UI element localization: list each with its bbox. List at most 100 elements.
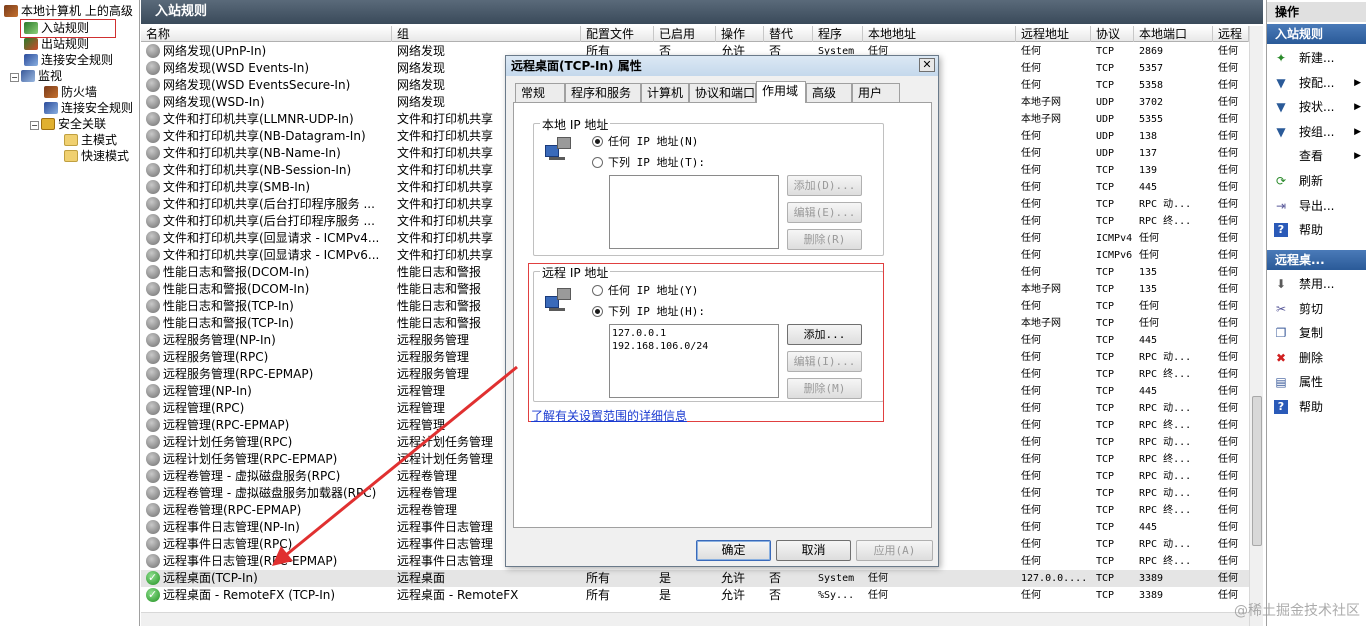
table-row[interactable]: 远程桌面(TCP-In) 远程桌面 所有 是 允许 否 System 任何 127.0.0...… [141,569,1249,587]
action-item[interactable]: ❐ 复制 [1267,321,1366,345]
action-item[interactable]: ⬇ 禁用... [1267,272,1366,296]
table-cell-name: 网络发现(WSD EventsSecure-In) [163,78,351,92]
table-cell-rport: 任何 [1218,148,1238,159]
column-header-cell[interactable]: 本地端口 [1134,26,1213,42]
tab-5[interactable]: 高级 [806,83,852,102]
table-cell-remote: 任何 [1021,335,1041,346]
vertical-scrollbar[interactable] [1249,26,1263,626]
table-cell-name: 远程事件日志管理(NP-In) [163,520,300,534]
action-item[interactable]: ✖ 删除 [1267,346,1366,370]
help-icon: ? [1274,400,1288,414]
action-item[interactable]: ✦ 新建... [1267,46,1366,70]
local-add-button[interactable]: 添加(D)... [787,175,862,196]
table-cell-lport: 3389 [1139,590,1164,601]
column-header-cell[interactable]: 替代 [764,26,813,42]
table-cell-proto: TCP [1096,488,1115,499]
tab-6[interactable]: 用户 [852,83,900,102]
table-cell-name: 远程服务管理(RPC) [163,350,269,364]
table-cell-rport: 任何 [1218,556,1238,567]
local-edit-button[interactable]: 编辑(E)... [787,202,862,223]
action-item[interactable]: ▼ 按配... ▶ [1267,71,1366,95]
table-cell-action: 允许 [721,588,746,602]
column-header: 名称组配置文件 已启用 操作 替代 程序 本地地址 远程地址 协议 本地端口 远程 [141,26,1249,42]
column-header-cell[interactable]: 远程地址 [1016,26,1091,42]
table-cell-lport: 138 [1139,131,1158,142]
table-cell-name: 文件和打印机共享(后台打印程序服务 ... [163,197,375,211]
tree-item-connection-security-monitor[interactable]: 连接安全规则 [44,100,133,116]
table-cell-proto: TCP [1096,556,1115,567]
table-cell-proto: TCP [1096,522,1115,533]
column-header-cell[interactable]: 本地地址 [863,26,1016,42]
action-item[interactable]: ▼ 按组... ▶ [1267,120,1366,144]
rule-disabled-icon [146,452,160,466]
action-item[interactable]: ▼ 按状... ▶ [1267,95,1366,119]
table-cell-lport: 任何 [1139,318,1159,329]
new-rule-icon: ✦ [1275,51,1287,65]
tab-4[interactable]: 作用域 [756,81,806,103]
action-item[interactable]: ▤ 属性 [1267,370,1366,394]
table-cell-lport: 445 [1139,386,1158,397]
filter-icon: ▼ [1276,124,1286,139]
table-cell-local: 任何 [868,573,888,584]
horizontal-scrollbar[interactable] [141,612,1249,626]
action-item[interactable]: ? 帮助 [1267,218,1366,242]
tree-item-connection-security[interactable]: 连接安全规则 [24,52,113,68]
collapse-icon[interactable]: − [30,121,39,130]
apply-button[interactable]: 应用(A) [856,540,933,561]
table-cell-lport: RPC 终... [1139,369,1192,380]
actions-section-rule[interactable]: 远程桌... [1267,250,1366,270]
column-header-cell[interactable]: 操作 [716,26,764,42]
close-icon[interactable]: ✕ [919,58,935,72]
ok-button[interactable]: 确定 [696,540,771,561]
table-cell-profile: 所有 [586,571,611,585]
table-cell-rport: 任何 [1218,522,1238,533]
tree-root[interactable]: 本地计算机 上的高级 [4,3,133,19]
cancel-button[interactable]: 取消 [776,540,851,561]
firewall-icon [44,86,58,98]
actions-section-inbound[interactable]: 入站规则 [1267,24,1366,44]
tree-item-security-associations[interactable]: − 安全关联 [30,116,106,132]
scope-help-link[interactable]: 了解有关设置范围的详细信息 [531,407,687,424]
table-cell-name: 文件和打印机共享(回显请求 - ICMPv4... [163,231,380,245]
local-ip-list[interactable] [609,175,779,249]
table-cell-name: 文件和打印机共享(NB-Name-In) [163,146,341,160]
action-item[interactable]: ✂ 剪切 [1267,297,1366,321]
table-row[interactable]: 远程桌面 - RemoteFX (TCP-In) 远程桌面 - RemoteFX 所… [141,586,1249,604]
tree-item-firewall[interactable]: 防火墙 [44,84,97,100]
action-item[interactable]: ⇥ 导出... [1267,194,1366,218]
rule-disabled-icon [146,44,160,58]
local-any-ip-radio[interactable]: 任何 IP 地址(N) [592,135,698,149]
column-header-cell[interactable]: 程序 [813,26,863,42]
action-label: 禁用... [1299,277,1335,291]
action-item[interactable]: ⟳ 刷新 [1267,169,1366,193]
tab-0[interactable]: 常规 [515,83,565,102]
table-cell-remote: 任何 [1021,471,1041,482]
table-cell-rport: 任何 [1218,369,1238,380]
network-icon [545,137,573,161]
local-delete-button[interactable]: 删除(R) [787,229,862,250]
rule-enabled-icon [146,569,160,586]
column-header-cell[interactable]: 名称 [141,26,392,42]
column-header-cell[interactable]: 协议 [1091,26,1134,42]
action-item[interactable]: 查看 ▶ [1267,144,1366,168]
table-cell-proto: TCP [1096,369,1115,380]
local-list-ip-radio[interactable]: 下列 IP 地址(T): [592,156,705,170]
tree-item-outbound-rules[interactable]: 出站规则 [24,36,89,52]
column-header-cell[interactable]: 远程 [1213,26,1249,42]
scrollbar-thumb[interactable] [1252,396,1262,546]
tree-item-quick-mode[interactable]: 快速模式 [64,148,129,164]
table-cell-remote: 任何 [1021,199,1041,210]
tree-item-main-mode[interactable]: 主模式 [64,132,117,148]
column-header-cell[interactable]: 组 [392,26,581,42]
tree-item-monitoring[interactable]: − 监视 [10,68,62,84]
action-item[interactable]: ? 帮助 [1267,395,1366,419]
tab-1[interactable]: 程序和服务 [565,83,641,102]
table-cell-rport: 任何 [1218,199,1238,210]
action-label: 查看 [1299,149,1324,164]
column-header-cell[interactable]: 配置文件 [581,26,654,42]
collapse-icon[interactable]: − [10,73,19,82]
table-cell-override: 否 [769,588,782,602]
column-header-cell[interactable]: 已启用 [654,26,716,42]
tab-3[interactable]: 协议和端口 [689,83,756,102]
tab-2[interactable]: 计算机 [641,83,689,102]
